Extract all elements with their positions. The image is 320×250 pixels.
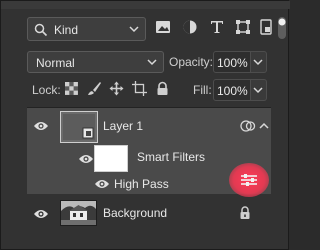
blend-mode-dropdown[interactable]: Normal [27,51,164,73]
layer-row-layer1[interactable]: Layer 1 [27,108,271,146]
visibility-eye-icon[interactable] [33,208,49,223]
filter-toggle-icon[interactable] [277,16,287,40]
lock-transparent-icon[interactable] [64,81,79,96]
visibility-eye-icon[interactable] [78,153,94,168]
blend-mode-label: Normal [36,56,75,70]
layers-panel: Kind Normal Opacity: 100% Lock: Fill: 10… [0,0,290,250]
smart-object-filter-icon[interactable] [259,19,275,35]
opacity-input[interactable]: 100% [213,51,251,73]
adjustment-filter-icon[interactable] [182,19,198,35]
chevron-up-icon[interactable] [259,121,269,133]
lock-all-icon[interactable] [155,81,170,96]
lock-position-icon[interactable] [109,81,124,96]
visibility-eye-icon[interactable] [94,178,110,193]
layer-row-background[interactable]: Background [27,200,271,227]
chevron-down-icon [253,59,263,66]
type-filter-icon[interactable] [209,19,225,35]
lock-icon [239,206,251,223]
layer1-name[interactable]: Layer 1 [103,119,143,133]
background-thumbnail[interactable] [60,200,97,226]
smart-filter-badge-icon [240,119,256,136]
chevron-down-icon [253,87,263,94]
smart-filter-mask-thumbnail[interactable] [94,145,128,172]
opacity-label: Opacity: [169,55,214,69]
background-name[interactable]: Background [103,206,167,220]
filter-blending-options-icon[interactable] [240,173,258,190]
chevron-down-icon [147,57,157,70]
high-pass-label[interactable]: High Pass [114,177,169,191]
kind-filter-dropdown[interactable]: Kind [27,17,146,41]
layer1-thumbnail[interactable] [60,111,98,143]
panel-top-strip [1,1,290,9]
lock-image-icon[interactable] [87,81,102,96]
lock-artboard-icon[interactable] [132,81,147,96]
fill-label: Fill: [193,83,212,97]
fill-input[interactable]: 100% [213,79,251,101]
opacity-slider-toggle[interactable] [251,51,267,73]
visibility-eye-icon[interactable] [33,120,49,135]
image-filter-icon[interactable] [155,19,171,35]
kind-filter-label: Kind [54,23,79,37]
shape-filter-icon[interactable] [235,19,251,35]
opacity-value: 100% [217,56,248,70]
smart-filters-label: Smart Filters [137,150,206,164]
fill-value: 100% [217,84,248,98]
search-icon [34,23,48,40]
lock-label: Lock: [32,83,61,97]
chevron-down-icon [129,24,139,37]
fill-slider-toggle[interactable] [251,79,267,101]
